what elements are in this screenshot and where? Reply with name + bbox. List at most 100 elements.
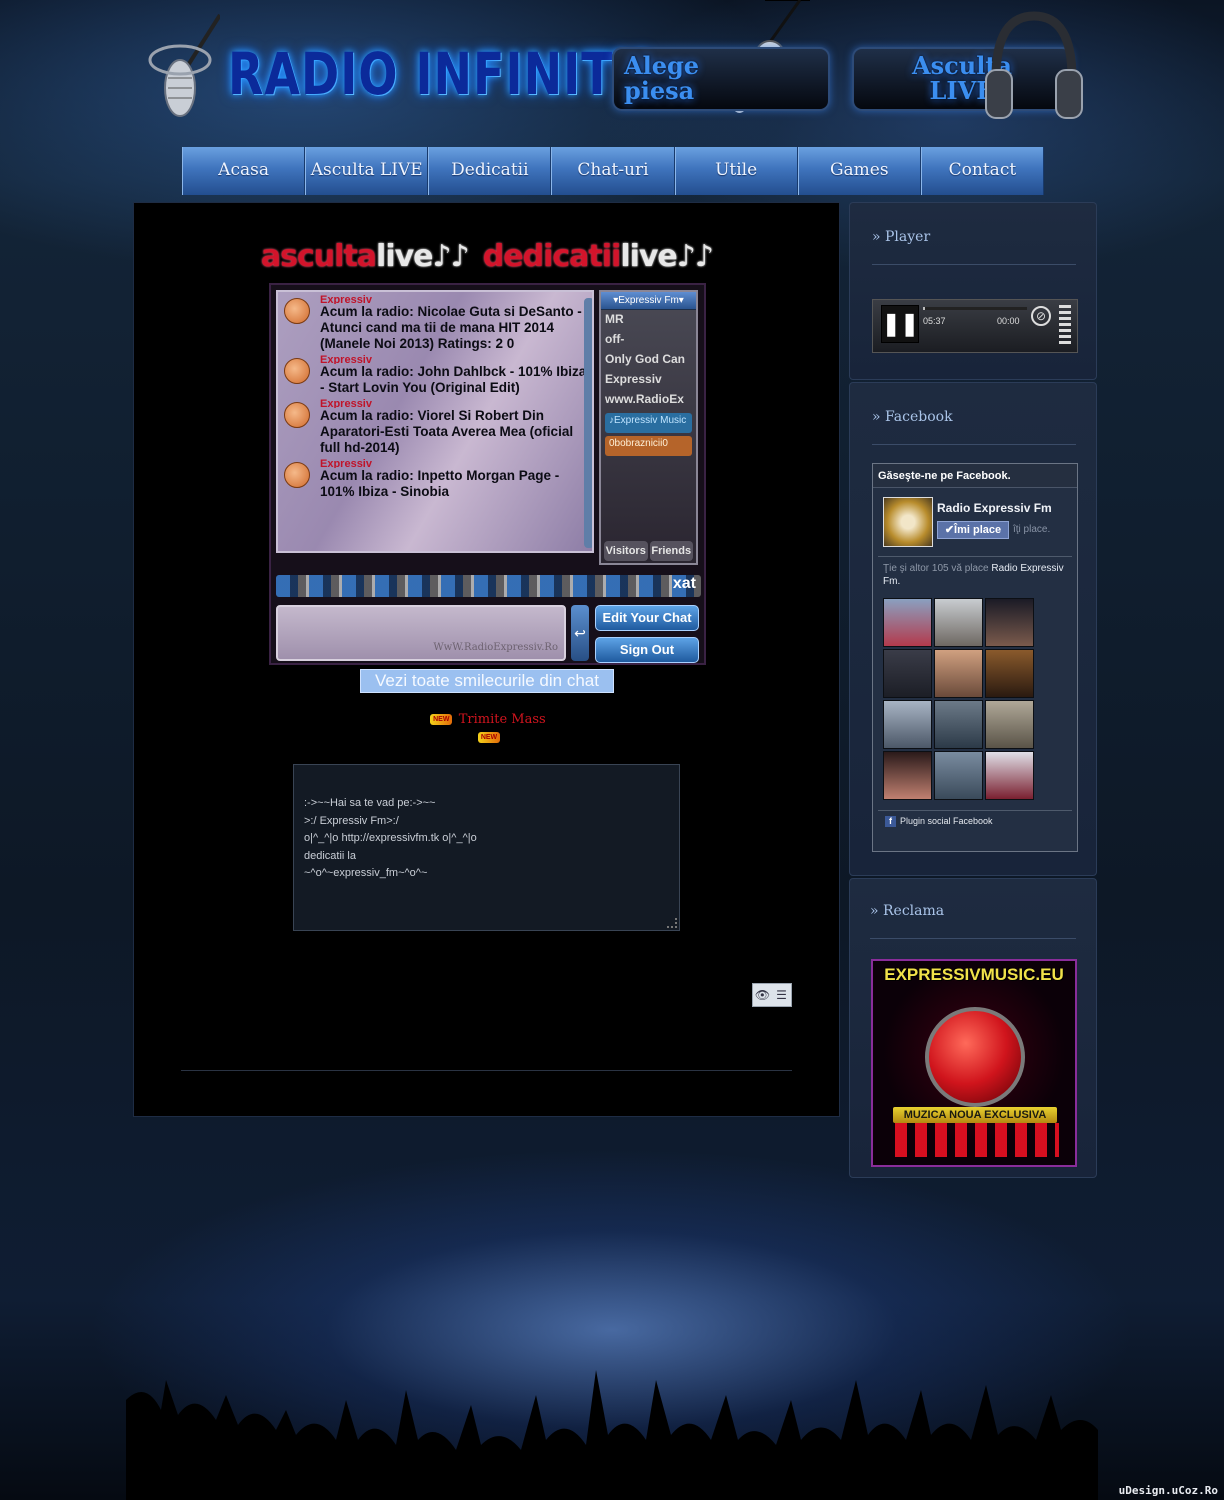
facebook-panel: » Facebook Găseşte-ne pe Facebook. Radio… — [849, 382, 1097, 876]
fb-header[interactable]: Găseşte-ne pe Facebook. — [873, 464, 1077, 488]
fan-avatar[interactable] — [934, 649, 983, 698]
nav-item-asculta-live[interactable]: Asculta LIVE — [305, 147, 429, 195]
nav-item-utile[interactable]: Utile — [674, 147, 798, 195]
dedication-line: >:/ Expressiv Fm>:/ — [304, 814, 399, 827]
fan-avatar[interactable] — [883, 598, 932, 647]
volume-slider[interactable] — [1059, 305, 1071, 347]
chat-message: Expressiv Acum la radio: Viorel Si Rober… — [278, 398, 592, 456]
user-list-header[interactable]: ▾Expressiv Fm▾ — [601, 292, 696, 310]
fb-plugin-link[interactable]: f Plugin social Facebook — [885, 816, 993, 827]
site-logo[interactable]: RADIO INFINITY — [228, 40, 648, 108]
ad-title: » Reclama — [870, 903, 945, 919]
fb-like-button[interactable]: ✔Îmi place — [937, 521, 1009, 539]
user-avatar[interactable] — [284, 402, 310, 428]
message-text: Acum la radio: Viorel Si Robert Din Apar… — [320, 408, 574, 455]
edit-your-chat-button[interactable]: Edit Your Chat — [595, 605, 699, 631]
entry-tools: 👁 ☰ — [752, 983, 792, 1007]
fb-page-name[interactable]: Radio Expressiv Fm — [937, 501, 1052, 515]
progress-bar[interactable] — [923, 307, 1027, 310]
tab-friends[interactable]: Friends — [649, 541, 693, 561]
dedication-line: o|^_^|o http://expressivfm.tk o|^_^|o — [304, 832, 477, 844]
nav-item-dedicatii-live[interactable]: Dedicatii LIVE — [428, 147, 552, 226]
divider — [872, 444, 1076, 445]
fan-avatar[interactable] — [985, 751, 1034, 800]
fan-avatar[interactable] — [985, 649, 1034, 698]
choose-song-button[interactable]: Alege piesa — [612, 47, 830, 111]
user-list-item[interactable]: ♪Expressiv Music — [605, 413, 692, 433]
live-banner[interactable]: ascultalive♪♪ dedicatiilive♪♪ — [254, 239, 734, 279]
ad-banner-title: EXPRESSIVMUSIC.EU — [884, 965, 1064, 984]
user-list-item[interactable]: Only God Can — [601, 350, 696, 370]
pause-icon[interactable]: ❚❚ — [881, 305, 919, 343]
audio-player: ❚❚ 05:37 00:00 ⊘ — [872, 299, 1078, 353]
player-panel: » Player ❚❚ 05:37 00:00 ⊘ — [849, 202, 1097, 380]
nav-item-acasa[interactable]: Acasa — [182, 147, 306, 195]
send-mass-label[interactable]: Trimite Mass — [459, 712, 546, 727]
fan-avatar[interactable] — [985, 700, 1034, 749]
user-list-item[interactable]: Expressiv — [601, 370, 696, 390]
chat-messages[interactable]: Expressiv Acum la radio: Nicolae Guta si… — [276, 290, 594, 553]
message-text: Acum la radio: Inpetto Morgan Page - 101… — [320, 468, 560, 499]
nav-item-chat-uri[interactable]: Chat-uri — [551, 147, 675, 195]
fb-friends-count: Ţie şi altor 105 vă place — [883, 563, 989, 574]
ad-panel: » Reclama EXPRESSIVMUSIC.EU MUZICA NOUA … — [849, 878, 1097, 1178]
user-list-item[interactable]: off- — [601, 330, 696, 350]
fan-avatar[interactable] — [934, 700, 983, 749]
chat-user-list[interactable]: ▾Expressiv Fm▾ MR off- Only God Can Expr… — [599, 290, 698, 565]
ad-tagline: MUZICA NOUA EXCLUSIVA — [893, 1107, 1057, 1123]
studio-microphone-icon — [148, 13, 220, 117]
facebook-icon: f — [885, 816, 896, 827]
tab-visitors[interactable]: Visitors — [604, 541, 648, 561]
view-smilies-link[interactable]: Vezi toate smilecurile din chat — [360, 669, 614, 693]
user-avatar[interactable] — [284, 462, 310, 488]
message-author[interactable]: Expressiv — [320, 458, 592, 468]
nav-item-contact[interactable]: Contact — [920, 147, 1044, 195]
headphones-globe-icon — [925, 1007, 1025, 1107]
footer-credit[interactable]: uDesign.uCoz.Ro — [1119, 1484, 1218, 1497]
user-avatar[interactable] — [284, 298, 310, 324]
send-icon[interactable]: ↩ — [571, 605, 589, 661]
user-list-item[interactable]: www.RadioEx — [601, 390, 696, 410]
view-icon[interactable]: 👁 — [753, 984, 772, 1006]
fan-avatar[interactable] — [883, 751, 932, 800]
dedications-textarea[interactable]: :->~~Hai sa te vad pe:->~~ >:/ Expressiv… — [293, 764, 680, 931]
fan-avatar[interactable] — [934, 598, 983, 647]
details-icon[interactable]: ☰ — [772, 984, 791, 1006]
message-author[interactable]: Expressiv — [320, 354, 592, 364]
user-avatar[interactable] — [284, 358, 310, 384]
fan-avatar[interactable] — [985, 598, 1034, 647]
resize-grip-icon[interactable] — [667, 918, 677, 928]
send-mass-link[interactable]: NEW Trimite Mass NEW — [424, 711, 554, 747]
mute-icon[interactable]: ⊘ — [1031, 306, 1051, 326]
chat-message-input[interactable]: WwW.RadioExpressiv.Ro — [276, 605, 566, 661]
chat-message: Expressiv Acum la radio: Nicolae Guta si… — [278, 294, 592, 352]
main-nav: Acasa Asculta LIVE Dedicatii LIVE Chat-u… — [182, 147, 1044, 226]
fan-avatar[interactable] — [883, 700, 932, 749]
user-list-item[interactable]: 0bobraznicii0 — [605, 436, 692, 456]
nav-item-games[interactable]: Games — [797, 147, 921, 195]
chat-message: Expressiv Acum la radio: Inpetto Morgan … — [278, 458, 592, 500]
banner-dedicatii: dedicatii — [482, 239, 622, 274]
choose-song-label-1: Alege — [624, 51, 700, 80]
remaining-time: 00:00 — [997, 316, 1020, 326]
message-author[interactable]: Expressiv — [320, 294, 592, 304]
chat-scrollbar[interactable] — [584, 298, 592, 548]
smiley-toolbar[interactable] — [276, 575, 701, 597]
new-badge-icon: NEW — [430, 714, 453, 726]
user-list-item[interactable]: MR — [601, 310, 696, 330]
sign-out-button[interactable]: Sign Out — [595, 637, 699, 663]
fb-page-logo[interactable] — [883, 497, 933, 547]
xat-logo[interactable]: xat — [673, 575, 696, 593]
new-badge-icon: NEW — [478, 732, 500, 744]
progress-fill — [923, 307, 926, 310]
fan-avatar[interactable] — [934, 751, 983, 800]
ad-banner[interactable]: EXPRESSIVMUSIC.EU MUZICA NOUA EXCLUSIVA — [871, 959, 1077, 1167]
fb-fan-grid — [883, 598, 1039, 800]
divider — [878, 556, 1072, 557]
message-author[interactable]: Expressiv — [320, 398, 592, 408]
divider — [870, 938, 1076, 939]
main-content: ascultalive♪♪ dedicatiilive♪♪ Expressiv A… — [133, 202, 840, 1117]
fan-avatar[interactable] — [883, 649, 932, 698]
banner-live-2: live♪♪ — [620, 239, 714, 274]
xat-chat-widget[interactable]: Expressiv Acum la radio: Nicolae Guta si… — [269, 283, 706, 665]
